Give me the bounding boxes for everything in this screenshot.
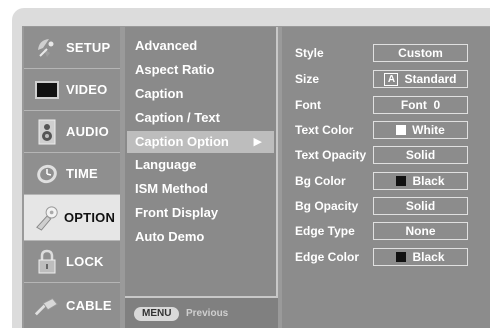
category-lock[interactable]: LOCK	[24, 241, 120, 283]
menu-item-caption-option[interactable]: Caption Option ▶	[127, 132, 274, 152]
option-value-edge-color[interactable]: Black	[373, 248, 468, 266]
option-label-edge-color: Edge Color	[295, 250, 360, 264]
menu-item-auto-demo[interactable]: Auto Demo	[135, 227, 204, 247]
clock-icon	[34, 161, 60, 187]
option-value-style[interactable]: Custom	[373, 44, 468, 62]
caption-options-panel: Style Custom Size A Standard Font Font 0…	[282, 27, 490, 328]
option-value-text: Solid	[405, 148, 436, 162]
option-value-text: Standard	[404, 72, 457, 86]
satellite-dish-icon	[34, 35, 60, 61]
category-label: AUDIO	[66, 124, 109, 139]
option-value-text: Solid	[405, 199, 436, 213]
option-value-edge-type[interactable]: None	[373, 222, 468, 240]
option-label-size: Size	[295, 72, 320, 86]
menu-footer: MENU Previous	[125, 296, 278, 328]
option-value-bg-opacity[interactable]: Solid	[373, 197, 468, 215]
option-label-text-opacity: Text Opacity	[295, 148, 367, 162]
option-value-size[interactable]: A Standard	[373, 70, 468, 88]
category-cable[interactable]: CABLE	[24, 283, 120, 328]
menu-item-advanced[interactable]: Advanced	[135, 36, 197, 56]
option-value-text: Custom	[398, 46, 443, 60]
category-sidebar: SETUP VIDEO AUDIO TIME OPTION LOCK CABLE	[24, 27, 120, 328]
menu-item-caption-text[interactable]: Caption / Text	[135, 108, 220, 128]
option-label-text-color: Text Color	[295, 123, 354, 137]
white-swatch-icon	[396, 125, 407, 135]
previous-hint: Previous	[186, 308, 229, 319]
tv-screen-icon	[34, 77, 60, 103]
padlock-icon	[34, 249, 60, 275]
option-label-font: Font	[295, 98, 321, 112]
speaker-icon	[34, 119, 60, 145]
option-value-text: None	[405, 224, 436, 238]
menu-item-front-display[interactable]: Front Display	[135, 203, 218, 223]
option-key-icon	[34, 205, 60, 231]
size-a-icon: A	[384, 72, 399, 86]
category-time[interactable]: TIME	[24, 153, 120, 195]
menu-divider	[127, 152, 274, 153]
menu-item-caption[interactable]: Caption	[135, 84, 183, 104]
category-label: OPTION	[64, 210, 116, 225]
option-value-text: Black	[412, 250, 445, 264]
black-swatch-icon	[396, 252, 407, 262]
menu-item-language[interactable]: Language	[135, 155, 196, 175]
category-audio[interactable]: AUDIO	[24, 111, 120, 153]
category-label: SETUP	[66, 40, 111, 55]
category-label: LOCK	[66, 254, 104, 269]
menu-item-aspect-ratio[interactable]: Aspect Ratio	[135, 60, 214, 80]
option-label-bg-color: Bg Color	[295, 174, 346, 188]
category-setup[interactable]: SETUP	[24, 27, 120, 69]
option-value-text: White	[412, 123, 445, 137]
option-value-text: Black	[412, 174, 445, 188]
option-label-style: Style	[295, 46, 324, 60]
category-video[interactable]: VIDEO	[24, 69, 120, 111]
option-label-edge-type: Edge Type	[295, 224, 355, 238]
menu-item-label: Caption Option	[135, 134, 229, 149]
submenu-arrow-icon: ▶	[253, 136, 262, 148]
option-value-text: Font 0	[400, 98, 441, 112]
option-value-font[interactable]: Font 0	[373, 96, 468, 114]
category-label: VIDEO	[66, 82, 108, 97]
menu-item-ism-method[interactable]: ISM Method	[135, 179, 208, 199]
category-label: CABLE	[66, 298, 112, 313]
menu-button[interactable]: MENU	[134, 307, 180, 321]
category-option[interactable]: OPTION	[24, 195, 120, 241]
black-swatch-icon	[396, 176, 407, 186]
category-label: TIME	[66, 166, 98, 181]
option-label-bg-opacity: Bg Opacity	[295, 199, 359, 213]
option-value-text-opacity[interactable]: Solid	[373, 146, 468, 164]
cable-plug-icon	[34, 293, 60, 319]
option-value-text-color[interactable]: White	[373, 121, 468, 139]
option-value-bg-color[interactable]: Black	[373, 172, 468, 190]
option-menu: Advanced Aspect Ratio Caption Caption / …	[125, 27, 278, 328]
